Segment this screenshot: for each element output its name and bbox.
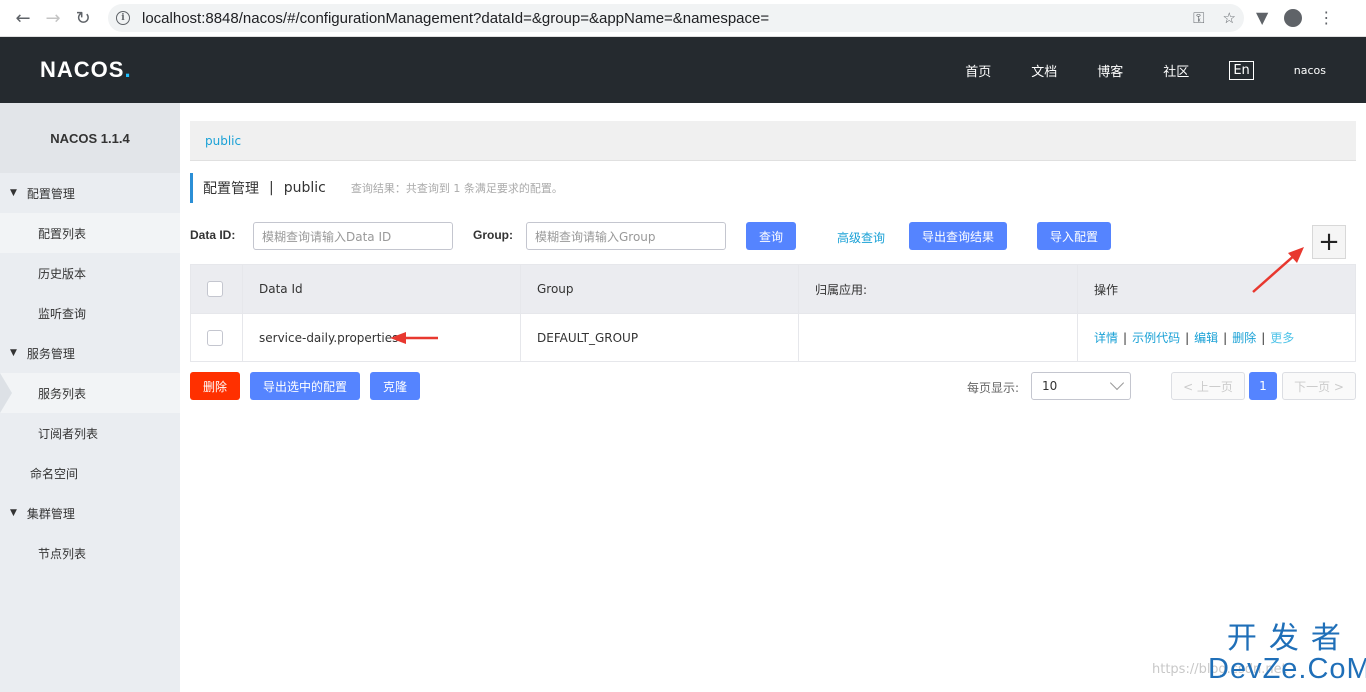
cell-dataid: service-daily.properties	[243, 313, 521, 361]
cell-app	[799, 313, 1078, 361]
top-header: NACOS. 首页 文档 博客 社区 En nacos	[0, 37, 1366, 103]
page-size-value: 10	[1042, 379, 1058, 393]
query-button[interactable]: 查询	[746, 222, 796, 250]
table-footer: 删除 导出选中的配置 克隆 每页显示: 10 < 上一页 1 下一页 >	[190, 372, 1356, 400]
prev-page-button[interactable]: < 上一页	[1171, 372, 1245, 400]
page-title: 配置管理 | public 查询结果：共查询到 1 条满足要求的配置。	[190, 173, 563, 203]
detail-link[interactable]: 详情	[1094, 329, 1118, 346]
row-select-cell	[191, 313, 243, 361]
select-all-checkbox[interactable]	[207, 281, 223, 297]
advanced-query-link[interactable]: 高级查询	[837, 229, 885, 246]
export-results-button[interactable]: 导出查询结果	[909, 222, 1007, 250]
more-link[interactable]: 更多	[1270, 329, 1294, 346]
sidebar-item-history[interactable]: 历史版本	[0, 253, 180, 293]
header-dataid: Data Id	[243, 265, 521, 313]
nav-community[interactable]: 社区	[1163, 61, 1189, 80]
add-config-button[interactable]: +	[1312, 225, 1346, 259]
nacos-logo[interactable]: NACOS.	[40, 57, 132, 83]
next-page-button[interactable]: 下一页 >	[1282, 372, 1356, 400]
cell-actions: 详情 | 示例代码 | 编辑 | 删除 | 更多	[1078, 313, 1355, 361]
url-text[interactable]: localhost:8848/nacos/#/configurationMana…	[142, 10, 769, 27]
info-icon[interactable]: i	[116, 11, 130, 25]
forward-arrow-icon[interactable]: →	[38, 3, 68, 33]
sidebar-group-cluster[interactable]: ▼ 集群管理	[0, 493, 180, 533]
delete-link[interactable]: 删除	[1232, 329, 1256, 346]
sidebar: NACOS 1.1.4 ▼ 配置管理 配置列表 历史版本 监听查询 ▼ 服务管理…	[0, 103, 180, 692]
select-all-cell	[191, 265, 243, 313]
sidebar-item-config-list[interactable]: 配置列表	[0, 213, 180, 253]
sidebar-item-nodes[interactable]: 节点列表	[0, 533, 180, 573]
edit-link[interactable]: 编辑	[1194, 329, 1218, 346]
page-size-select[interactable]: 10	[1031, 372, 1131, 400]
group-input[interactable]: 模糊查询请输入Group	[526, 222, 726, 250]
result-summary: 查询结果：共查询到 1 条满足要求的配置。	[350, 182, 563, 195]
delete-button[interactable]: 删除	[190, 372, 240, 400]
sample-code-link[interactable]: 示例代码	[1132, 329, 1180, 346]
export-selected-button[interactable]: 导出选中的配置	[250, 372, 360, 400]
dataid-input[interactable]: 模糊查询请输入Data ID	[253, 222, 453, 250]
sidebar-group-service[interactable]: ▼ 服务管理	[0, 333, 180, 373]
sidebar-title: NACOS 1.1.4	[0, 103, 180, 173]
config-table: Data Id Group 归属应用: 操作 service-daily.pro…	[190, 264, 1356, 362]
header-actions: 操作	[1094, 282, 1119, 297]
brand-logo: 开发者 DevZe.CoM	[1208, 622, 1366, 685]
clone-button[interactable]: 克隆	[370, 372, 420, 400]
account-icon[interactable]	[1284, 8, 1303, 27]
extension-icon[interactable]: ▼	[1256, 8, 1268, 27]
user-menu[interactable]: nacos	[1294, 64, 1326, 77]
page-title-text: 配置管理	[203, 181, 259, 197]
dataid-label: Data ID:	[190, 228, 236, 242]
top-nav: 首页 文档 博客 社区 En nacos	[965, 37, 1366, 103]
breadcrumb-namespace[interactable]: public	[205, 134, 241, 148]
nav-home[interactable]: 首页	[965, 61, 991, 80]
brand-en: DevZe.CoM	[1208, 653, 1366, 685]
table-row: service-daily.properties DEFAULT_GROUP 详…	[191, 313, 1355, 361]
page-title-namespace: public	[283, 180, 326, 196]
star-icon[interactable]: ☆	[1223, 9, 1236, 27]
reload-icon[interactable]: ↻	[68, 3, 98, 33]
sidebar-item-service-list[interactable]: 服务列表	[0, 373, 180, 413]
sidebar-item-subscribers[interactable]: 订阅者列表	[0, 413, 180, 453]
caret-down-icon: ▼	[10, 348, 17, 358]
import-config-button[interactable]: 导入配置	[1037, 222, 1111, 250]
table-header: Data Id Group 归属应用: 操作	[191, 265, 1355, 313]
title-separator: |	[269, 180, 274, 196]
sidebar-group-label: 集群管理	[26, 506, 75, 521]
group-label: Group:	[473, 228, 513, 242]
browser-toolbar: ← → ↻ i localhost:8848/nacos/#/configura…	[0, 0, 1366, 37]
cell-group: DEFAULT_GROUP	[521, 313, 799, 361]
breadcrumb: public	[190, 121, 1356, 161]
chevron-down-icon	[1109, 375, 1125, 391]
caret-down-icon: ▼	[10, 508, 17, 518]
language-toggle[interactable]: En	[1229, 60, 1254, 80]
sidebar-group-label: 服务管理	[26, 346, 75, 361]
filter-bar: Data ID: 模糊查询请输入Data ID Group: 模糊查询请输入Gr…	[190, 222, 1356, 250]
row-checkbox[interactable]	[207, 329, 223, 346]
page-1-button[interactable]: 1	[1249, 372, 1277, 400]
page-size-label: 每页显示:	[967, 381, 1020, 395]
sidebar-group-label: 配置管理	[26, 186, 75, 201]
nav-docs[interactable]: 文档	[1031, 61, 1057, 80]
caret-down-icon: ▼	[10, 188, 17, 198]
key-icon[interactable]: ⚿	[1193, 9, 1204, 27]
header-group: Group	[521, 265, 799, 313]
back-arrow-icon[interactable]: ←	[8, 3, 38, 33]
sidebar-group-config[interactable]: ▼ 配置管理	[0, 173, 180, 213]
brand-cn: 开发者	[1226, 622, 1353, 655]
annotation-arrow-dataid	[390, 332, 438, 344]
sidebar-item-namespace[interactable]: 命名空间	[0, 453, 180, 493]
sidebar-item-listener[interactable]: 监听查询	[0, 293, 180, 333]
nav-blog[interactable]: 博客	[1097, 61, 1123, 80]
header-app: 归属应用:	[799, 265, 1078, 313]
annotation-arrow-plus	[1252, 247, 1304, 293]
menu-icon[interactable]: ⋮	[1318, 8, 1334, 27]
address-bar[interactable]: i localhost:8848/nacos/#/configurationMa…	[108, 4, 1244, 32]
